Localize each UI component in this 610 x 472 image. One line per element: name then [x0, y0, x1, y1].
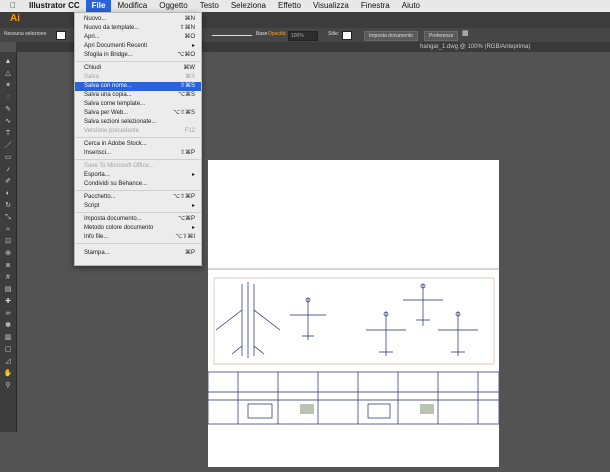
width-tool-icon[interactable]: ≈ [3, 226, 13, 234]
menu-item-apri-recenti[interactable]: Apri Documenti Recenti ▸ [75, 42, 201, 51]
artboard-tool-icon[interactable]: ▢ [3, 346, 13, 354]
menu-item-info-file[interactable]: Info file... ⌥⇧⌘I [75, 233, 201, 242]
eyedropper-tool-icon[interactable]: ✚ [3, 298, 13, 306]
preferences-button[interactable]: Preferenze [424, 31, 459, 41]
turboprop-drawing-4 [438, 311, 478, 356]
menu-aiuto[interactable]: Aiuto [396, 0, 426, 12]
artboard [207, 160, 500, 467]
blend-tool-icon[interactable]: ∞ [3, 310, 13, 318]
menu-item-nuovo[interactable]: Nuovo... ⌘N [75, 15, 201, 24]
stroke-profile-label[interactable]: Base [256, 31, 267, 37]
type-tool-icon[interactable]: T [3, 130, 13, 138]
turboprop-drawing-2 [403, 283, 443, 326]
shape-builder-tool-icon[interactable]: ⊕ [3, 250, 13, 258]
menu-separator [75, 212, 201, 213]
menu-item-inserisci[interactable]: Inserisci... ⇧⌘P [75, 149, 201, 158]
menu-item-nuovo-da-template[interactable]: Nuovo da template... ⇧⌘N [75, 24, 201, 33]
menu-item-imposta-documento[interactable]: Imposta documento... ⌥⌘P [75, 215, 201, 224]
menu-item-metodo-colore[interactable]: Metodo colore documento ▸ [75, 224, 201, 233]
menu-item-stampa[interactable]: Stampa... ⌘P [75, 249, 201, 258]
menu-separator [75, 159, 201, 160]
menu-oggetto[interactable]: Oggetto [153, 0, 193, 12]
perspective-grid-tool-icon[interactable]: ⧈ [3, 262, 13, 270]
scale-tool-icon[interactable]: ⤡ [3, 214, 13, 222]
apple-icon[interactable]:  [0, 0, 23, 12]
menu-separator [75, 137, 201, 138]
menu-effetto[interactable]: Effetto [272, 0, 307, 12]
menu-item-salva-web[interactable]: Salva per Web... ⌥⇧⌘S [75, 109, 201, 118]
menu-item-esporta[interactable]: Esporta... ▸ [75, 171, 201, 180]
menu-item-pacchetto[interactable]: Pacchetto... ⌥⇧⌘P [75, 193, 201, 202]
graphic-style-swatch[interactable] [342, 31, 352, 40]
airliner-drawing [215, 282, 281, 358]
rectangle-tool-icon[interactable]: ▭ [3, 154, 13, 162]
menu-item-script[interactable]: Script ▸ [75, 202, 201, 211]
menu-item-chiudi[interactable]: Chiudi ⌘W [75, 64, 201, 73]
menu-separator [75, 243, 201, 244]
menu-separator [75, 190, 201, 191]
opacity-field[interactable]: 100% [288, 31, 318, 41]
turboprop-drawing-1 [290, 297, 326, 340]
eraser-tool-icon[interactable]: ◐ [3, 190, 13, 198]
selection-status: Nessuna selezione [4, 31, 47, 37]
menu-visualizza[interactable]: Visualizza [307, 0, 355, 12]
turboprop-drawing-3 [366, 311, 406, 356]
menu-item-salva-con-nome[interactable]: Salva con nome... ⇧⌘S [75, 82, 201, 91]
pen-tool-icon[interactable]: ✎ [3, 106, 13, 114]
menu-modifica[interactable]: Modifica [111, 0, 153, 12]
illustrator-logo: Ai [10, 13, 20, 24]
mesh-tool-icon[interactable]: # [3, 274, 13, 282]
menu-item-save-office: Save To Microsoft Office... [84, 163, 154, 169]
document-tab[interactable]: hangar_1.dwg @ 100% (RGB/Anteprima) [420, 44, 530, 50]
menu-item-condividi-behance[interactable]: Condividi su Behance... [75, 180, 201, 189]
file-menu-dropdown: Nuovo... ⌘N Nuovo da template... ⇧⌘N Apri.… [74, 12, 202, 266]
rotate-tool-icon[interactable]: ↻ [3, 202, 13, 210]
lasso-tool-icon[interactable]: ◌ [3, 94, 13, 102]
menu-item-sfoglia-bridge[interactable]: Sfoglia in Bridge... ⌥⌘O [75, 51, 201, 60]
cad-drawing [207, 268, 500, 425]
menu-item-cerca-stock[interactable]: Cerca in Adobe Stock... [75, 140, 201, 149]
menu-finestra[interactable]: Finestra [355, 0, 396, 12]
fill-swatch[interactable] [56, 31, 66, 40]
opacity-label[interactable]: Opacità: [268, 31, 287, 37]
slice-tool-icon[interactable]: ◿ [3, 358, 13, 366]
menu-item-versione-precedente: Versione precedente F12 [84, 128, 195, 134]
menu-item-apri[interactable]: Apri... ⌘O [75, 33, 201, 42]
tools-panel: ▲ △ ✶ ◌ ✎ ∿ T ／ ▭ ♪ ✐ ◐ ↻ ⤡ ≈ ⊡ ⊕ ⧈ # ▤ ✚ ∞ ✽ ▥ ▢ ◿ ✋ ⚲ [0, 52, 17, 432]
free-transform-tool-icon[interactable]: ⊡ [3, 238, 13, 246]
arrange-documents-icon[interactable]: ▦ [462, 29, 469, 37]
curvature-tool-icon[interactable]: ∿ [3, 118, 13, 126]
document-setup-button[interactable]: Imposta documento [364, 31, 418, 41]
menu-item-salva: Salva ⌘S [84, 74, 195, 80]
magic-wand-tool-icon[interactable]: ✶ [3, 82, 13, 90]
direct-selection-tool-icon[interactable]: △ [3, 70, 13, 78]
menu-seleziona[interactable]: Seleziona [225, 0, 272, 12]
style-label: Stile: [328, 31, 340, 37]
hand-tool-icon[interactable]: ✋ [3, 370, 13, 378]
menu-separator [75, 61, 201, 62]
floor-plan [207, 371, 500, 425]
menu-testo[interactable]: Testo [194, 0, 225, 12]
symbol-sprayer-tool-icon[interactable]: ✽ [3, 322, 13, 330]
menu-item-salva-sezioni[interactable]: Salva sezioni selezionate... [75, 118, 201, 127]
mac-menubar:  Illustrator CC File Modifica Oggetto T… [0, 0, 610, 12]
menu-item-salva-template[interactable]: Salva come template... [75, 100, 201, 109]
column-graph-tool-icon[interactable]: ▥ [3, 334, 13, 342]
menu-file[interactable]: File [85, 0, 112, 12]
line-tool-icon[interactable]: ／ [3, 142, 13, 150]
selection-tool-icon[interactable]: ▲ [3, 58, 13, 66]
menu-item-salva-copia[interactable]: Salva una copia... ⌥⌘S [75, 91, 201, 100]
menu-app-name[interactable]: Illustrator CC [23, 0, 86, 12]
pencil-tool-icon[interactable]: ✐ [3, 178, 13, 186]
paintbrush-tool-icon[interactable]: ♪ [3, 166, 13, 174]
zoom-tool-icon[interactable]: ⚲ [3, 382, 13, 390]
gradient-tool-icon[interactable]: ▤ [3, 286, 13, 294]
stroke-profile-line [212, 35, 252, 36]
